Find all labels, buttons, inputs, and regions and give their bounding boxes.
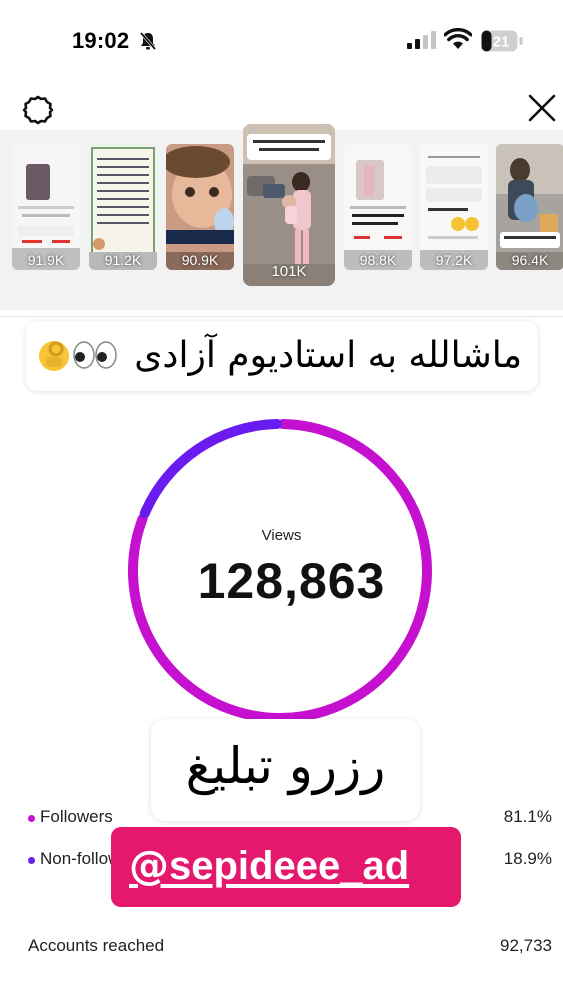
accounts-reached-value: 92,733 [500, 936, 552, 955]
caption-emoji: 👌👀👀 [36, 335, 126, 380]
story-thumbnail[interactable]: 96.4K [496, 144, 563, 270]
story-thumbnail[interactable]: 91.2K [89, 144, 157, 270]
caption-sticker: 👌👀👀 ماشالله به استادیوم آزادی [26, 321, 538, 391]
views-label: Views [261, 527, 302, 544]
close-icon[interactable] [528, 94, 556, 122]
story-thumbnail-strip: 91.9K 91.2K 90.9K 101K 98.8K 97.2K 96.4K [0, 124, 563, 310]
caption-text: ماشالله به استادیوم آزادی [134, 335, 522, 376]
story-view-count: 90.9K [181, 252, 219, 268]
instagram-handle[interactable]: @sepideee_ad [129, 843, 409, 889]
story-thumbnail[interactable]: 97.2K [420, 144, 488, 270]
divider [0, 316, 563, 317]
story-view-count: 96.4K [511, 252, 549, 268]
story-view-count: 91.2K [104, 252, 142, 268]
ad-reservation-sticker: رزرو تبلیغ [151, 719, 420, 821]
story-thumbnail-image [243, 124, 335, 286]
accounts-reached-label: Accounts reached [28, 936, 165, 955]
donut-segment-non-followers [139, 419, 283, 519]
battery-level: 21 [493, 34, 510, 51]
followers-label: Followers [40, 807, 113, 826]
wifi-icon [444, 28, 472, 49]
non-followers-percentage: 18.9% [503, 849, 552, 868]
handle-text: sepideee_ad [169, 844, 410, 888]
ad-reservation-text: رزرو تبلیغ [185, 737, 386, 795]
status-bar: 19:02 21 [0, 0, 563, 82]
followers-legend-dot [28, 815, 35, 822]
ok-hand-eyes-emoji-icon [39, 341, 117, 371]
story-view-count: 101K [271, 263, 307, 280]
handle-sticker[interactable]: @sepideee_ad [111, 827, 461, 907]
story-thumbnail[interactable]: 98.8K [344, 144, 412, 270]
views-total: 128,863 [197, 553, 386, 609]
settings-gear-icon[interactable] [22, 94, 54, 126]
story-view-count: 97.2K [435, 252, 473, 268]
story-view-count: 98.8K [359, 252, 397, 268]
story-thumbnail[interactable]: 91.9K [12, 144, 80, 270]
cellular-signal-icon [407, 31, 436, 49]
status-time: 19:02 [72, 28, 130, 53]
story-view-count: 91.9K [27, 252, 65, 268]
story-thumbnail[interactable]: 90.9K [166, 144, 234, 270]
story-thumbnail-selected[interactable]: 101K [243, 124, 335, 286]
accounts-reached-row: Accounts reached 92,733 [28, 936, 552, 956]
threads-icon: @ [129, 843, 169, 889]
battery-indicator: 21 [481, 30, 523, 57]
silent-bell-icon [139, 32, 157, 50]
followers-percentage: 81.1% [503, 807, 552, 826]
non-followers-legend-dot [28, 857, 35, 864]
